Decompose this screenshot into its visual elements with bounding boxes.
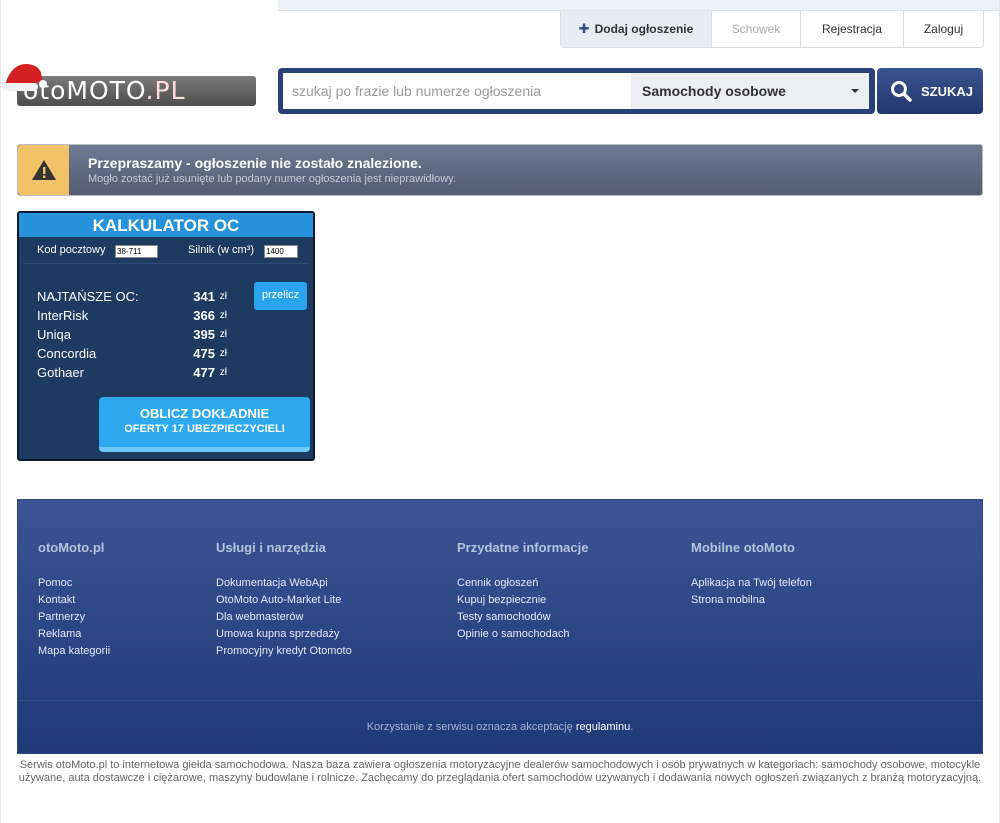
footer-column-title: Usługi i narzędzia — [216, 540, 326, 555]
terms-link[interactable]: regulaminu — [576, 721, 630, 733]
footer-link-automarket[interactable]: OtoMoto Auto-Market Lite — [216, 592, 352, 609]
register-link[interactable]: Rejestracja — [800, 11, 903, 47]
footer: otoMoto.pl Pomoc Kontakt Partnerzy Rekla… — [17, 499, 983, 754]
price-row: Gothaer 477 zł — [37, 365, 227, 380]
price-row: NAJTAŃSZE OC: 341 zł — [37, 289, 227, 304]
price-row: Concordia 475 zł — [37, 346, 227, 361]
santa-hat-icon — [2, 64, 47, 91]
warning-icon — [18, 145, 69, 195]
site-logo[interactable]: otoMOTO.PL — [2, 64, 256, 106]
footer-link-car-tests[interactable]: Testy samochodów — [457, 609, 589, 626]
footer-column-services: Usługi i narzędzia Dokumentacja WebApi O… — [216, 540, 352, 660]
calculator-inputs-row: Kod pocztowy Silnik (w cm³) — [23, 237, 309, 264]
footer-column-otomoto: otoMoto.pl Pomoc Kontakt Partnerzy Rekla… — [38, 540, 110, 660]
footer-terms: Korzystanie z serwisu oznacza akceptację… — [366, 721, 634, 733]
plus-icon: ✚ — [578, 21, 590, 36]
footer-link-sale-contract[interactable]: Umowa kupna sprzedaży — [216, 626, 352, 643]
price-list: NAJTAŃSZE OC: 341 zł InterRisk 366 zł Uniqa 3… — [37, 289, 227, 384]
terms-text: Korzystanie z serwisu oznacza akceptację — [366, 721, 573, 733]
footer-link-mobile-site[interactable]: Strona mobilna — [691, 592, 812, 609]
footer-link-app[interactable]: Aplikacja na Twój telefon — [691, 575, 812, 592]
footer-column-mobile: Mobilne otoMoto Aplikacja na Twój telefo… — [691, 540, 812, 609]
postal-code-label: Kod pocztowy — [37, 244, 106, 256]
calculator-title: KALKULATOR OC — [19, 213, 313, 237]
footer-link-category-map[interactable]: Mapa kategorii — [38, 643, 110, 660]
footer-column-title: Mobilne otoMoto — [691, 540, 795, 555]
footer-link-webmasters[interactable]: Dla webmasterów — [216, 609, 352, 626]
price-row: InterRisk 366 zł — [37, 308, 227, 323]
alert-title: Przepraszamy - ogłoszenie nie zostało zn… — [88, 155, 422, 171]
footer-link-credit[interactable]: Promocyjny kredyt Otomoto — [216, 643, 352, 660]
footer-column-title: Przydatne informacje — [457, 540, 589, 555]
footer-column-title: otoMoto.pl — [38, 540, 105, 555]
footer-link-help[interactable]: Pomoc — [38, 575, 110, 592]
footer-column-info: Przydatne informacje Cennik ogłoszeń Kup… — [457, 540, 589, 643]
footer-link-pricing[interactable]: Cennik ogłoszeń — [457, 575, 589, 592]
search-bar: Samochody osobowe — [278, 68, 875, 114]
top-nav: ✚ Dodaj ogłoszenie Schowek Rejestracja Z… — [560, 11, 984, 48]
alert-subtitle: Mogło zostać już usunięte lub podany num… — [88, 173, 456, 185]
footer-link-partners[interactable]: Partnerzy — [38, 609, 110, 626]
not-found-alert: Przepraszamy - ogłoszenie nie zostało zn… — [17, 144, 983, 196]
search-button[interactable]: SZUKAJ — [877, 68, 983, 114]
footer-link-webapi[interactable]: Dokumentacja WebApi — [216, 575, 352, 592]
cta-line1: OBLICZ DOKŁADNIE — [139, 406, 270, 421]
search-button-label: SZUKAJ — [921, 83, 974, 99]
clipboard-link[interactable]: Schowek — [711, 11, 800, 47]
add-listing-button[interactable]: ✚ Dodaj ogłoszenie — [561, 11, 711, 47]
footer-divider — [18, 700, 982, 701]
seo-description: Serwis otoMoto.pl to internetowa giełda … — [18, 759, 982, 784]
oc-calculator: KALKULATOR OC Kod pocztowy Silnik (w cm³… — [17, 211, 315, 461]
footer-link-ads[interactable]: Reklama — [38, 626, 110, 643]
search-input[interactable] — [283, 73, 631, 109]
top-strip — [278, 0, 1000, 11]
engine-input[interactable] — [264, 245, 298, 258]
postal-code-input[interactable] — [115, 245, 158, 258]
caret-down-icon — [851, 89, 859, 93]
footer-link-car-reviews[interactable]: Opinie o samochodach — [457, 626, 589, 643]
search-icon — [891, 81, 912, 102]
footer-link-safe-buying[interactable]: Kupuj bezpiecznie — [457, 592, 589, 609]
engine-label: Silnik (w cm³) — [188, 244, 254, 256]
footer-link-contact[interactable]: Kontakt — [38, 592, 110, 609]
price-row: Uniqa 395 zł — [37, 327, 227, 342]
login-link[interactable]: Zaloguj — [903, 11, 983, 47]
add-listing-label: Dodaj ogłoszenie — [594, 22, 694, 36]
cta-line2: OFERTY 17 UBEZPIECZYCIELI — [124, 423, 285, 435]
category-select-value: Samochody osobowe — [642, 83, 786, 99]
calculate-exact-button[interactable]: OBLICZ DOKŁADNIE OFERTY 17 UBEZPIECZYCIE… — [99, 397, 310, 452]
recalculate-button[interactable]: przelicz — [254, 282, 307, 310]
category-select[interactable]: Samochody osobowe — [631, 73, 869, 109]
